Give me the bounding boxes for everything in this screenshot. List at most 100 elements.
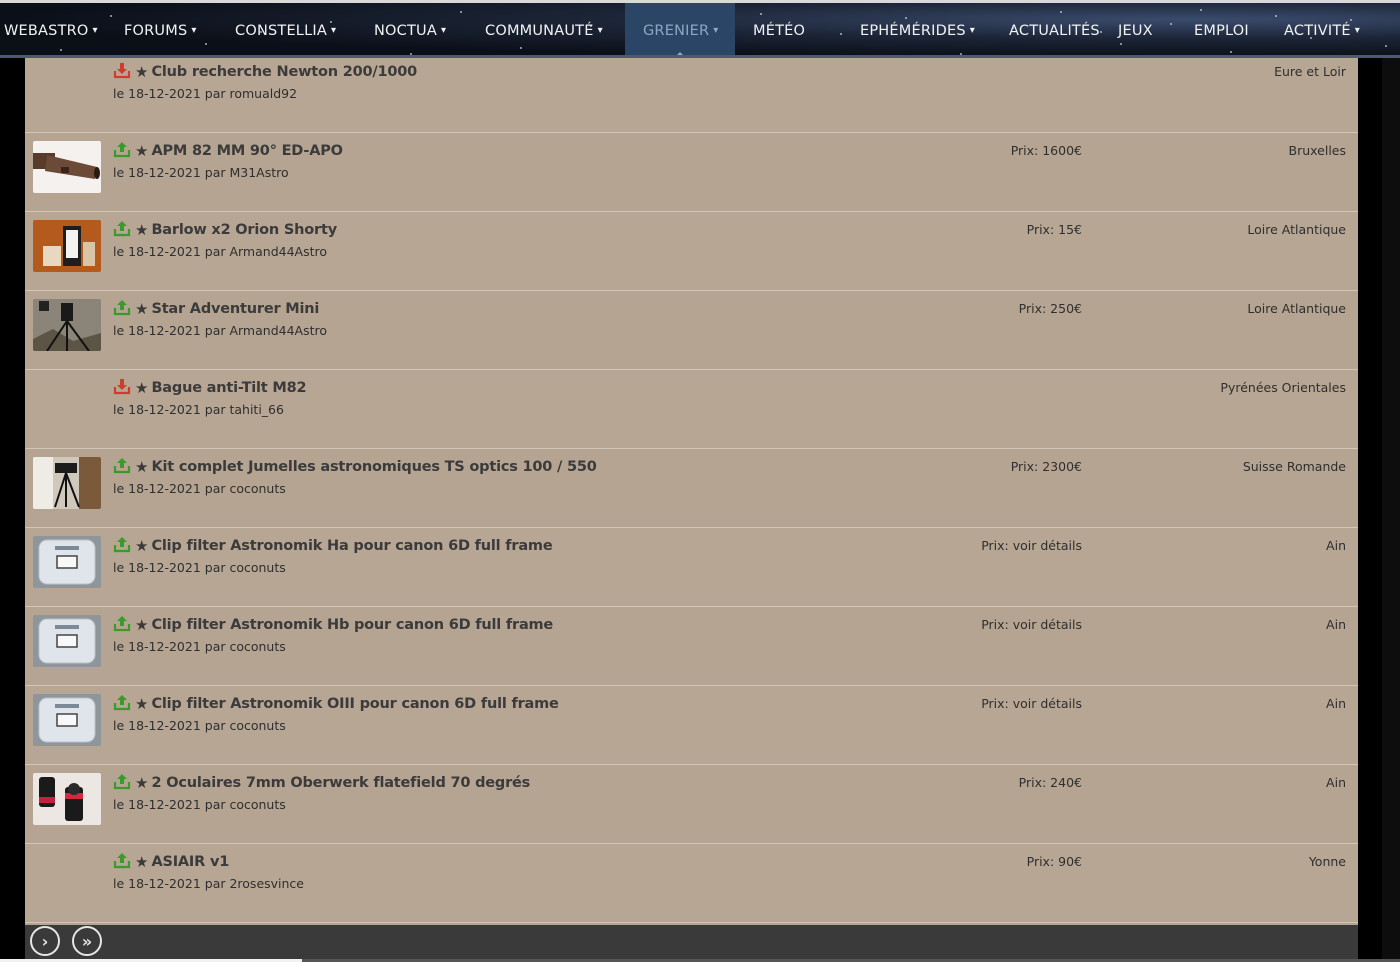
star-icon[interactable]: ★: [135, 854, 148, 870]
chevron-down-icon: ▾: [1354, 25, 1360, 36]
nav-item-6[interactable]: MÉTÉO: [735, 3, 842, 58]
last-page-button[interactable]: »: [72, 926, 102, 956]
top-navbar: WEBASTRO ▾ FORUMS ▾ CONSTELLIA ▾ NOCTUA ▾ COMMUN…: [0, 0, 1400, 58]
listing-row[interactable]: ★ Clip filter Astronomik Hb pour canon 6D…: [25, 607, 1358, 686]
listing-price: Prix: 90€: [1026, 854, 1082, 869]
listing-row[interactable]: ★ Clip filter Astronomik OIII pour canon …: [25, 686, 1358, 765]
listing-title-link[interactable]: Clip filter Astronomik Ha pour canon 6D …: [151, 538, 552, 554]
upload-icon: [113, 140, 135, 162]
listing-thumbnail[interactable]: [33, 773, 101, 825]
chevron-down-icon: ▾: [191, 25, 197, 36]
listing-title-line: ★ Clip filter Astronomik OIII pour canon …: [113, 694, 559, 714]
listing-row[interactable]: ★ Bague anti-Tilt M82 le 18-12-2021 par ta…: [25, 370, 1358, 449]
nav-item-9[interactable]: JEUX: [1100, 3, 1176, 58]
pagination: › »: [25, 925, 1358, 959]
nav-item-10[interactable]: EMPLOI: [1176, 3, 1266, 58]
upload-icon: [113, 693, 135, 715]
download-icon: [113, 61, 135, 83]
listing-thumbnail[interactable]: [33, 141, 101, 193]
upload-icon: [113, 298, 135, 320]
listing-title-line: ★ APM 82 MM 90° ED-APO: [113, 141, 343, 161]
nav-item-1[interactable]: FORUMS ▾: [106, 3, 217, 58]
star-icon[interactable]: ★: [135, 380, 148, 396]
listing-location: Eure et Loir: [1274, 64, 1346, 79]
star-icon[interactable]: ★: [135, 696, 148, 712]
listing-title-line: ★ ASIAIR v1: [113, 852, 229, 872]
next-page-button[interactable]: ›: [30, 926, 60, 956]
listing-location: Suisse Romande: [1242, 459, 1346, 474]
nav-item-8[interactable]: ACTUALITÉS: [991, 3, 1100, 58]
listing-row[interactable]: ★ ASIAIR v1 le 18-12-2021 par 2rosesvince P…: [25, 844, 1358, 923]
listing-thumbnail[interactable]: [33, 694, 101, 746]
star-icon[interactable]: ★: [135, 459, 148, 475]
listing-row[interactable]: ★ Club recherche Newton 200/1000 le 18-12-…: [25, 58, 1358, 133]
listing-title-link[interactable]: Clip filter Astronomik Hb pour canon 6D …: [151, 617, 553, 633]
star-icon[interactable]: ★: [135, 222, 148, 238]
nav-item-label: JEUX: [1118, 22, 1153, 39]
nav-item-11[interactable]: ACTIVITÉ ▾: [1266, 3, 1391, 58]
nav-item-5[interactable]: GRENIER ▾: [625, 3, 735, 58]
listing-meta: le 18-12-2021 par 2rosesvince: [113, 876, 304, 891]
page-right-margin: [1358, 58, 1400, 962]
listing-location: Bruxelles: [1288, 143, 1347, 158]
nav-item-label: ACTIVITÉ: [1284, 22, 1351, 39]
listing-price: Prix: voir détails: [981, 696, 1082, 711]
chevron-down-icon: ▾: [713, 25, 719, 36]
listing-location: Loire Atlantique: [1247, 222, 1346, 237]
nav-item-label: NOCTUA: [374, 22, 437, 39]
nav-item-7[interactable]: EPHÉMÉRIDES ▾: [842, 3, 991, 58]
star-icon[interactable]: ★: [135, 301, 148, 317]
nav-item-0[interactable]: WEBASTRO ▾: [0, 3, 106, 58]
listing-thumbnail[interactable]: [33, 615, 101, 667]
listing-title-link[interactable]: 2 Oculaires 7mm Oberwerk flatefield 70 d…: [151, 775, 530, 791]
nav-item-label: FORUMS: [124, 22, 188, 39]
listing-title-link[interactable]: Clip filter Astronomik OIII pour canon 6…: [151, 696, 558, 712]
nav-item-label: CONSTELLIA: [235, 22, 327, 39]
listing-row[interactable]: ★ APM 82 MM 90° ED-APO le 18-12-2021 par M…: [25, 133, 1358, 212]
nav-item-label: WEBASTRO: [4, 22, 89, 39]
listing-row[interactable]: ★ Star Adventurer Mini le 18-12-2021 par A…: [25, 291, 1358, 370]
nav-item-4[interactable]: COMMUNAUTÉ ▾: [467, 3, 625, 58]
listing-row[interactable]: ★ 2 Oculaires 7mm Oberwerk flatefield 70 …: [25, 765, 1358, 844]
listing-meta: le 18-12-2021 par coconuts: [113, 718, 286, 733]
chevron-down-icon: ▾: [969, 25, 975, 36]
chevron-down-icon: ▾: [597, 25, 603, 36]
nav-item-3[interactable]: NOCTUA ▾: [356, 3, 467, 58]
listing-location: Loire Atlantique: [1247, 301, 1346, 316]
star-icon[interactable]: ★: [135, 143, 148, 159]
listing-title-link[interactable]: ASIAIR v1: [151, 854, 229, 870]
listing-title-link[interactable]: Club recherche Newton 200/1000: [151, 64, 417, 80]
listing-title-line: ★ Bague anti-Tilt M82: [113, 378, 307, 398]
chevron-down-icon: ▾: [330, 25, 337, 36]
listing-price: Prix: 2300€: [1010, 459, 1082, 474]
nav-item-2[interactable]: CONSTELLIA ▾: [217, 3, 356, 58]
nav-item-label: EMPLOI: [1194, 22, 1249, 39]
listing-title-link[interactable]: Kit complet Jumelles astronomiques TS op…: [151, 459, 596, 475]
listing-row[interactable]: ★ Clip filter Astronomik Ha pour canon 6D…: [25, 528, 1358, 607]
listing-title-link[interactable]: Star Adventurer Mini: [151, 301, 319, 317]
listing-meta: le 18-12-2021 par Armand44Astro: [113, 244, 328, 259]
listing-thumbnail[interactable]: [33, 299, 101, 351]
upload-icon: [113, 614, 135, 636]
star-icon[interactable]: ★: [135, 617, 148, 633]
nav-item-label: MÉTÉO: [753, 22, 806, 39]
listing-location: Ain: [1326, 617, 1346, 632]
listing-title-link[interactable]: APM 82 MM 90° ED-APO: [151, 143, 343, 159]
star-icon[interactable]: ★: [135, 775, 148, 791]
star-icon[interactable]: ★: [135, 538, 148, 554]
listing-thumbnail[interactable]: [33, 536, 101, 588]
listing-meta: le 18-12-2021 par coconuts: [113, 797, 286, 812]
listing-row[interactable]: ★ Barlow x2 Orion Shorty le 18-12-2021 par…: [25, 212, 1358, 291]
listing-location: Ain: [1326, 538, 1346, 553]
listing-price: Prix: 250€: [1018, 301, 1082, 316]
listing-title-line: ★ Star Adventurer Mini: [113, 299, 319, 319]
listing-thumbnail[interactable]: [33, 457, 101, 509]
listing-title-link[interactable]: Barlow x2 Orion Shorty: [151, 222, 337, 238]
listing-meta: le 18-12-2021 par coconuts: [113, 481, 286, 496]
listing-thumbnail[interactable]: [33, 220, 101, 272]
listing-row[interactable]: ★ Kit complet Jumelles astronomiques TS o…: [25, 449, 1358, 528]
star-icon[interactable]: ★: [135, 64, 148, 80]
listing-title-link[interactable]: Bague anti-Tilt M82: [151, 380, 306, 396]
chevron-down-icon: ▾: [92, 25, 98, 36]
listing-price: Prix: 1600€: [1010, 143, 1082, 158]
